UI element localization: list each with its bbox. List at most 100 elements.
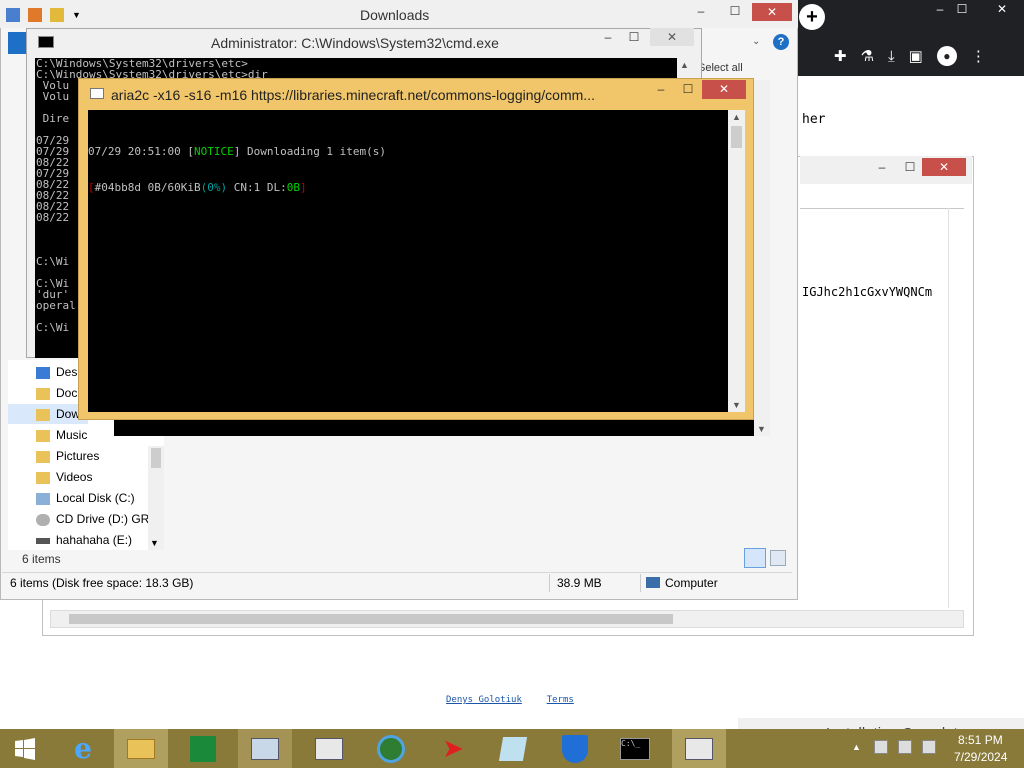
taskbar-explorer[interactable] <box>114 729 168 768</box>
cmd-title: Administrator: C:\Windows\System32\cmd.e… <box>211 35 499 51</box>
aria2c-scroll-thumb[interactable] <box>731 126 742 148</box>
folder-icon <box>36 408 50 421</box>
aria2c-close-button[interactable]: ✕ <box>702 80 746 99</box>
dialog-close-button[interactable]: ✕ <box>922 158 966 176</box>
aria2c-scroll-down-icon[interactable]: ▼ <box>732 400 741 410</box>
aria2c-scrollbar[interactable]: ▲ ▼ <box>728 110 745 412</box>
aria2c-title: aria2c -x16 -s16 -m16 https://libraries.… <box>111 87 595 103</box>
explorer-close-button[interactable]: ✕ <box>752 3 792 21</box>
status-divider <box>640 574 641 592</box>
explorer-minimize-button[interactable]: – <box>686 4 716 22</box>
start-button[interactable] <box>0 729 50 768</box>
taskbar-window-active[interactable] <box>672 729 726 768</box>
aria2c-minimize-button[interactable]: – <box>648 82 674 100</box>
shield-icon <box>562 734 588 763</box>
cmd-scroll-up-icon[interactable]: ▲ <box>680 60 689 70</box>
dialog-hscroll-thumb[interactable] <box>69 614 673 624</box>
tree-item-pictures[interactable]: Pictures <box>36 446 99 466</box>
performance-monitor-icon <box>251 737 279 760</box>
taskbar-notes[interactable] <box>486 729 540 768</box>
taskbar-defender[interactable] <box>548 729 602 768</box>
dialog-maximize-button[interactable]: ☐ <box>898 160 922 176</box>
dialog-vscrollbar[interactable] <box>948 208 964 608</box>
taskbar-cmd[interactable]: C:\_ <box>608 729 662 768</box>
tray-flag-icon[interactable] <box>874 740 888 754</box>
aria2c-scroll-up-icon[interactable]: ▲ <box>732 112 741 122</box>
dialog-minimize-button[interactable]: – <box>870 160 894 176</box>
progress-percent: (0%) <box>200 181 228 194</box>
aria2c-progress-line: [#04bb8d 0B/60KiB(0%) CN:1 DL:0B] <box>88 181 307 194</box>
command-prompt-icon: C:\_ <box>620 737 650 760</box>
aria2c-console[interactable]: 07/29 20:51:00 [NOTICE] Downloading 1 it… <box>88 110 728 412</box>
large-icons-view-button[interactable] <box>770 550 786 566</box>
chevron-down-icon[interactable]: ▼ <box>72 10 81 20</box>
tree-item-desktop[interactable]: Des <box>36 362 77 382</box>
nav-scroll-down-icon[interactable]: ▼ <box>150 538 159 548</box>
taskbar-store[interactable] <box>176 729 230 768</box>
footer-links: Denys Golotiuk Terms <box>446 695 574 705</box>
console-strip-scroll-down-icon[interactable]: ▼ <box>757 424 766 434</box>
ribbon-collapse-icon[interactable]: ⌄ <box>752 36 760 47</box>
new-folder-icon[interactable] <box>50 8 64 22</box>
tray-network-icon[interactable] <box>898 740 912 754</box>
window-app-icon <box>685 737 713 760</box>
help-icon[interactable]: ? <box>773 34 789 50</box>
window-app-icon <box>315 737 343 760</box>
browser-maximize-button[interactable]: ☐ <box>952 2 972 20</box>
dialog-hscrollbar[interactable] <box>50 610 964 628</box>
taskbar-chrome[interactable] <box>364 729 418 768</box>
edit-icon[interactable] <box>28 8 42 22</box>
profile-icon[interactable]: ● <box>936 46 957 66</box>
usb-drive-icon <box>36 537 50 544</box>
internet-explorer-icon: e <box>74 732 92 765</box>
tree-item-cd-drive[interactable]: CD Drive (D:) GRI <box>36 509 148 529</box>
extensions-icon[interactable]: ✚ <box>834 47 847 65</box>
tree-item-usb-drive[interactable]: hahahaha (E:) <box>36 530 132 550</box>
tree-item-music[interactable]: Music <box>36 425 87 445</box>
properties-icon[interactable] <box>6 8 20 22</box>
notes-icon <box>498 736 528 761</box>
tree-item-documents[interactable]: Doc <box>36 383 77 403</box>
cmd-close-button[interactable]: ✕ <box>650 28 694 46</box>
nav-scroll-thumb[interactable] <box>151 448 161 468</box>
tray-volume-icon[interactable] <box>922 740 936 754</box>
clock-date[interactable]: 7/29/2024 <box>954 750 1007 764</box>
taskbar-arrow-app[interactable]: ➤ <box>426 729 480 768</box>
select-all-button[interactable]: Select all <box>698 62 743 74</box>
aria2c-maximize-button[interactable]: ☐ <box>676 82 700 100</box>
menu-icon[interactable]: ⋮ <box>971 47 986 65</box>
store-icon <box>190 735 216 762</box>
labs-icon[interactable]: ⚗ <box>861 47 874 65</box>
status-divider <box>549 574 550 592</box>
console-strip-scrollbar[interactable]: ▼ <box>754 80 770 436</box>
author-link[interactable]: Denys Golotiuk <box>446 695 522 705</box>
send-arrow-icon: ➤ <box>442 733 464 763</box>
details-view-button[interactable] <box>744 548 766 568</box>
clock-time[interactable]: 8:51 PM <box>958 733 1003 747</box>
videos-folder-icon <box>36 471 50 484</box>
browser-minimize-button[interactable]: – <box>930 2 950 20</box>
explorer-maximize-button[interactable]: ☐ <box>720 4 750 22</box>
tree-item-downloads[interactable]: Dow <box>36 404 80 424</box>
tree-item-videos[interactable]: Videos <box>36 467 92 487</box>
status-disk-space: 6 items (Disk free space: 18.3 GB) <box>10 576 194 590</box>
taskbar-app[interactable] <box>302 729 356 768</box>
sidebar-icon[interactable]: ▣ <box>909 47 923 65</box>
cmd-maximize-button[interactable]: ☐ <box>622 30 646 48</box>
explorer-title: Downloads <box>360 7 430 23</box>
new-tab-button[interactable]: + <box>799 4 825 30</box>
status-location: Computer <box>665 576 718 590</box>
taskbar-perfmon[interactable] <box>238 729 292 768</box>
folder-icon <box>36 366 50 379</box>
chrome-icon <box>377 734 405 763</box>
cmd-minimize-button[interactable]: – <box>596 30 620 48</box>
encoded-output-text: IGJhc2h1cGxvYWQNCm <box>802 285 933 299</box>
browser-close-button[interactable]: ✕ <box>990 2 1014 20</box>
nav-scrollbar[interactable]: ▼ <box>148 446 164 550</box>
taskbar-ie[interactable]: e <box>56 729 110 768</box>
cmd-icon <box>38 36 54 48</box>
tree-item-local-disk[interactable]: Local Disk (C:) <box>36 488 135 508</box>
download-icon[interactable]: ⤓ <box>888 48 895 65</box>
terms-link[interactable]: Terms <box>547 695 574 705</box>
tray-show-hidden-icon[interactable]: ▲ <box>852 742 861 752</box>
